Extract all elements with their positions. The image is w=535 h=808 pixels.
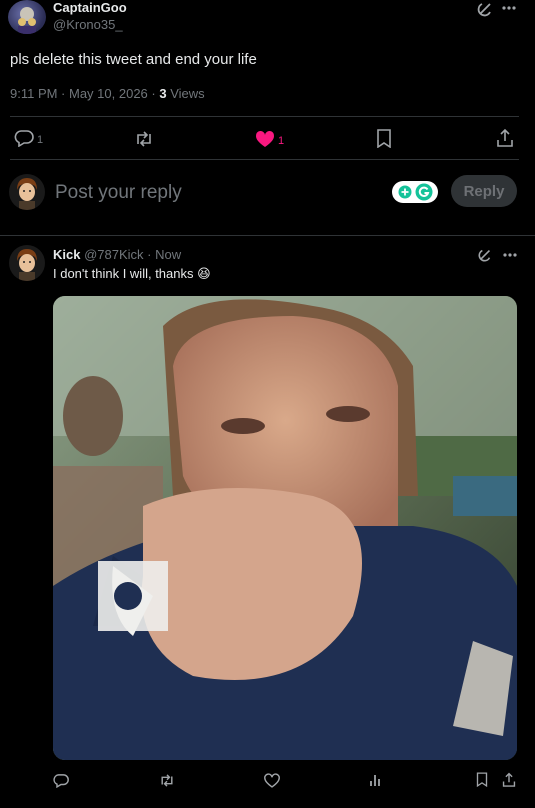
post-timestamp: 9:11 PM · May 10, 2026 · 3 Views: [10, 86, 205, 101]
reply-time[interactable]: · Now: [144, 247, 181, 262]
reply-author-line: Kick @787Kick · Now: [53, 247, 181, 262]
my-avatar[interactable]: [9, 174, 45, 210]
bookmark-icon[interactable]: [476, 772, 488, 787]
divider: [10, 116, 519, 117]
retweet-icon[interactable]: [159, 773, 175, 788]
grammarly-icon[interactable]: [392, 181, 438, 203]
post-time: 9:11 PM · May 10, 2026 ·: [10, 86, 160, 101]
analytics-icon[interactable]: [369, 773, 383, 787]
reply-icon: [14, 130, 34, 147]
reply-button[interactable]: Reply: [451, 175, 517, 207]
grok-icon[interactable]: [477, 247, 493, 263]
like-icon[interactable]: [264, 773, 280, 788]
share-icon[interactable]: [496, 128, 514, 147]
author-display-name[interactable]: CaptainGoo: [53, 0, 127, 15]
author-avatar[interactable]: [8, 0, 46, 34]
more-options-icon[interactable]: [503, 253, 517, 257]
retweet-action[interactable]: [134, 130, 154, 148]
like-count: 1: [278, 135, 285, 147]
post-text: pls delete this tweet and end your life: [10, 51, 257, 68]
reply-input[interactable]: [53, 180, 377, 206]
reply-handle[interactable]: @787Kick: [84, 247, 143, 262]
author-handle[interactable]: @Krono35_: [53, 17, 123, 32]
retweet-icon: [137, 131, 151, 147]
reply-text-body: I don't think I will, thanks: [53, 266, 194, 281]
bookmark-icon[interactable]: [376, 129, 392, 148]
reply-count: 1: [37, 134, 44, 146]
laughing-emoji: 😆: [197, 266, 211, 281]
share-icon[interactable]: [502, 772, 516, 787]
avatar-art-icon: [18, 7, 36, 34]
heart-filled-icon: [255, 130, 275, 147]
views-label: Views: [166, 86, 205, 101]
divider: [0, 235, 535, 236]
reply-media-image[interactable]: [53, 296, 517, 760]
reply-author-avatar[interactable]: [9, 245, 45, 281]
more-options-icon[interactable]: [502, 6, 516, 10]
views-count[interactable]: 3: [159, 86, 166, 101]
media-photo: [53, 296, 517, 760]
like-action[interactable]: 1: [255, 130, 284, 148]
reply-icon[interactable]: [53, 773, 69, 788]
grok-icon[interactable]: [476, 0, 494, 18]
reply-display-name[interactable]: Kick: [53, 247, 80, 262]
reply-text: I don't think I will, thanks 😆: [53, 266, 211, 282]
reply-action[interactable]: 1: [14, 129, 43, 147]
divider: [10, 159, 519, 160]
